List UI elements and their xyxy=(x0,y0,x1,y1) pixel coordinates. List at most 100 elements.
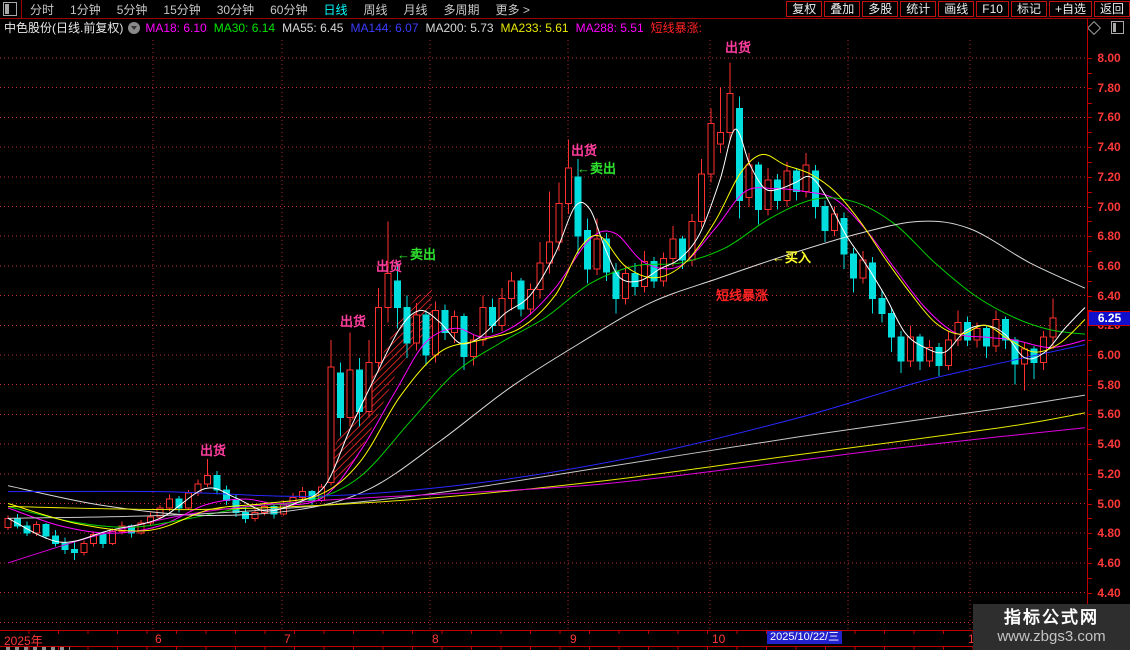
price-axis-tick xyxy=(1088,251,1092,253)
ma-value-MA18: MA18: 6.10 xyxy=(145,20,207,35)
price-axis-tick xyxy=(1088,503,1092,505)
price-axis-tick xyxy=(1088,132,1092,134)
indicator-name-label: 短线暴涨: xyxy=(650,21,702,35)
price-axis-tick xyxy=(1088,176,1092,178)
price-axis-tick xyxy=(1088,102,1092,104)
stock-title: 中色股份(日线.前复权) xyxy=(4,21,124,35)
price-axis-tick xyxy=(1088,147,1092,149)
toolbar-actions: 复权 叠加 多股 统计 画线 F10 标记 +自选 返回 xyxy=(784,0,1130,18)
price-axis-tick xyxy=(1088,458,1092,460)
price-axis: 8.007.807.607.407.207.006.806.606.406.20… xyxy=(1087,36,1130,631)
chart-annotation: 短线暴涨 xyxy=(716,288,768,303)
action-button-叠加[interactable]: 叠加 xyxy=(824,1,861,17)
layout-icon[interactable] xyxy=(1111,21,1124,34)
price-axis-label: 4.60 xyxy=(1097,555,1121,570)
period-tab-周线[interactable]: 周线 xyxy=(355,1,395,18)
price-axis-tick xyxy=(1088,340,1092,342)
action-button-F10[interactable]: F10 xyxy=(976,1,1009,17)
watermark-url: www.zbgs3.com xyxy=(997,628,1106,645)
price-axis-label: 7.00 xyxy=(1097,199,1121,214)
period-tab-1分钟[interactable]: 1分钟 xyxy=(62,1,109,18)
ma-value-MA30: MA30: 6.14 xyxy=(213,20,276,35)
period-tab-30分钟[interactable]: 30分钟 xyxy=(209,1,262,18)
price-axis-tick xyxy=(1088,518,1092,520)
month-label-9: 9 xyxy=(570,632,577,646)
price-axis-tick xyxy=(1088,206,1092,208)
price-axis-tick xyxy=(1088,414,1092,416)
price-axis-tick xyxy=(1088,236,1092,238)
ma-readout: MA18: 6.10 MA30: 6.14 MA55: 6.45 MA144: 6.0… xyxy=(145,21,650,35)
price-axis-tick xyxy=(1088,58,1092,59)
period-tab-月线[interactable]: 月线 xyxy=(396,1,436,18)
price-axis-tick xyxy=(1088,399,1092,401)
action-button-统计[interactable]: 统计 xyxy=(900,1,937,17)
price-axis-label: 6.00 xyxy=(1097,348,1121,362)
period-tab-5分钟[interactable]: 5分钟 xyxy=(109,1,156,18)
price-axis-tick xyxy=(1088,369,1092,371)
price-axis-tick xyxy=(1088,488,1092,490)
toolbar-periods: 分时 1分钟 5分钟 15分钟 30分钟 60分钟 日线 周线 月线 多周期 更多 > xyxy=(22,0,538,18)
action-button-画线[interactable]: 画线 xyxy=(938,1,975,17)
price-axis-label: 5.80 xyxy=(1097,377,1121,392)
price-axis-tick xyxy=(1088,384,1092,386)
price-axis-label: 5.60 xyxy=(1097,407,1121,422)
price-axis-label: 5.00 xyxy=(1097,496,1121,511)
price-axis-label: 6.40 xyxy=(1097,288,1121,303)
action-button-+自选[interactable]: +自选 xyxy=(1048,1,1092,17)
period-tab-15分钟[interactable]: 15分钟 xyxy=(155,1,208,18)
price-axis-tick xyxy=(1088,295,1092,297)
kline-chart[interactable]: 出货出货出货←卖出出货←卖出出货←买入短线暴涨 xyxy=(0,0,1130,650)
action-button-多股[interactable]: 多股 xyxy=(862,1,899,17)
price-axis-tick xyxy=(1088,548,1092,550)
line-MA55 xyxy=(7,220,1086,517)
price-axis-label: 6.60 xyxy=(1097,258,1121,273)
time-axis: 2025年 2025/10/22/三 67891012 xyxy=(0,630,1130,648)
chart-annotation: ←卖出 xyxy=(577,161,616,176)
axis-border-line xyxy=(1087,19,1088,36)
price-axis-tick xyxy=(1088,577,1092,579)
price-axis-tick xyxy=(1088,87,1092,89)
action-button-复权[interactable]: 复权 xyxy=(786,1,823,17)
month-label-7: 7 xyxy=(284,632,291,646)
price-axis-tick xyxy=(1088,221,1092,223)
price-axis-label: 5.20 xyxy=(1097,466,1121,481)
line-white-line xyxy=(7,128,1086,543)
action-button-标记[interactable]: 标记 xyxy=(1010,1,1047,17)
chevron-down-icon[interactable] xyxy=(128,21,141,34)
date-box[interactable]: 2025/10/22/三 xyxy=(767,631,843,644)
price-axis-label: 6.80 xyxy=(1097,229,1121,244)
window-icon[interactable] xyxy=(3,2,17,16)
top-toolbar: 分时 1分钟 5分钟 15分钟 30分钟 60分钟 日线 周线 月线 多周期 更多 > 复权 叠加 多股… xyxy=(0,0,1130,19)
period-tab-多周期[interactable]: 多周期 xyxy=(436,1,488,18)
price-axis-tick xyxy=(1088,72,1092,74)
price-axis-label: 5.40 xyxy=(1097,437,1121,452)
price-axis-tick xyxy=(1088,533,1092,535)
title-bar: 中色股份(日线.前复权) MA18: 6.10 MA30: 6.14 MA55: 6… xyxy=(0,19,1130,36)
chart-annotation: ←卖出 xyxy=(397,247,436,262)
period-tab-更多 >[interactable]: 更多 > xyxy=(488,1,538,18)
price-axis-tick xyxy=(1088,473,1092,475)
price-axis-label: 4.40 xyxy=(1097,585,1121,600)
price-axis-tick xyxy=(1088,429,1092,431)
candlestick-series xyxy=(4,62,1057,560)
time-axis-ticks xyxy=(0,631,1087,634)
price-axis-tick xyxy=(1088,280,1092,282)
price-axis-tick xyxy=(1088,191,1092,193)
grid xyxy=(0,40,1086,630)
chart-annotation: 出货 xyxy=(725,40,751,55)
action-button-返回[interactable]: 返回 xyxy=(1093,1,1130,17)
period-tab-分时[interactable]: 分时 xyxy=(22,1,62,18)
price-axis-tick xyxy=(1088,117,1092,119)
price-axis-label: 8.00 xyxy=(1097,51,1121,65)
month-label-6: 6 xyxy=(155,632,162,646)
ma-value-MA200: MA200: 5.73 xyxy=(425,20,494,35)
chart-annotation: 出货 xyxy=(200,443,226,458)
price-axis-tick xyxy=(1088,355,1092,356)
price-axis-label: 4.80 xyxy=(1097,526,1121,541)
month-label-8: 8 xyxy=(432,632,439,646)
period-tab-60分钟[interactable]: 60分钟 xyxy=(262,1,315,18)
price-axis-tick xyxy=(1088,444,1092,446)
period-tab-日线[interactable]: 日线 xyxy=(315,1,355,18)
diamond-icon[interactable] xyxy=(1086,20,1102,35)
ma-value-MA233: MA233: 5.61 xyxy=(500,20,569,35)
